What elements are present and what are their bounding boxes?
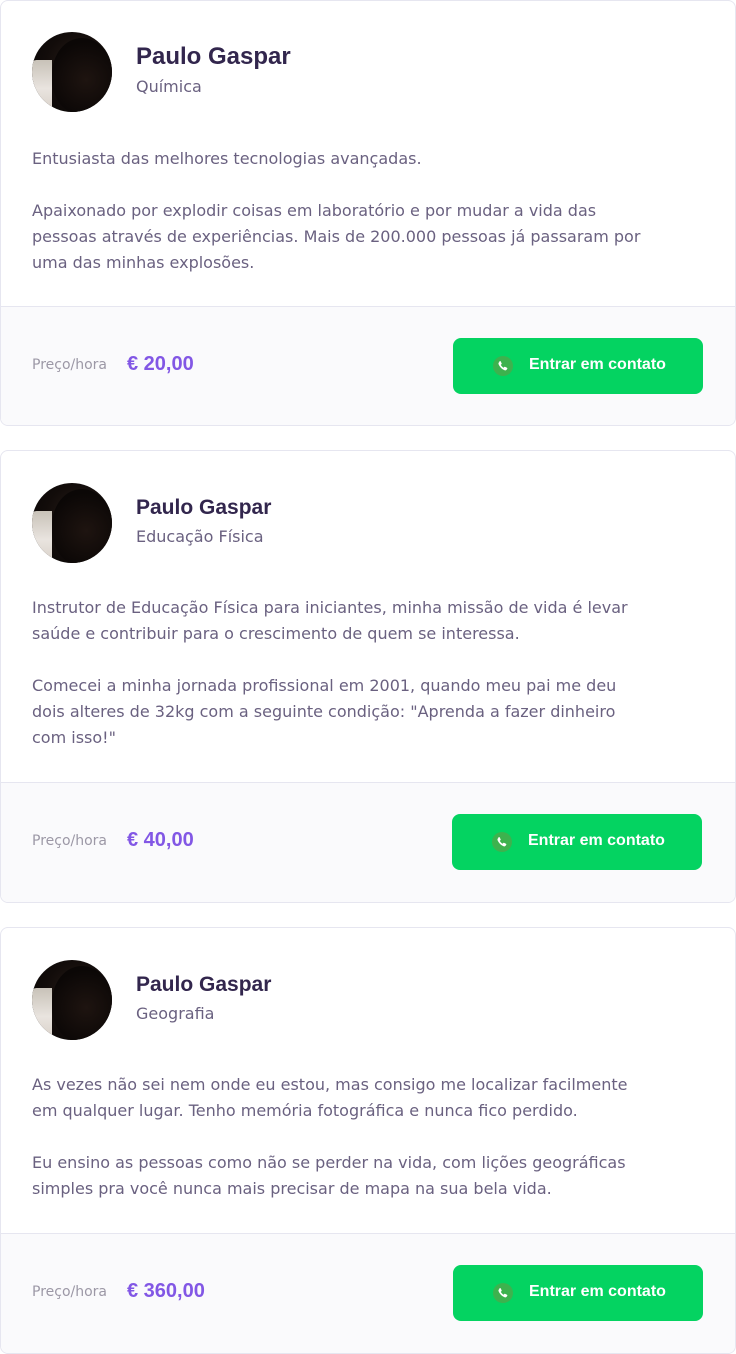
teacher-bio-paragraph: As vezes não sei nem onde eu estou, mas … <box>32 1075 628 1120</box>
teacher-card-footer: Preço/hora € 360,00 Entrar em contato <box>1 1233 735 1353</box>
teacher-name: Paulo Gaspar <box>136 496 272 519</box>
contact-button-label: Entrar em contato <box>529 1283 666 1300</box>
teacher-bio: Entusiasta das melhores tecnologias avan… <box>1 121 735 276</box>
whatsapp-icon <box>493 1283 513 1303</box>
contact-button-label: Entrar em contato <box>528 832 665 849</box>
teacher-subject: Química <box>136 77 202 96</box>
teacher-card: Paulo Gaspar Química Entusiasta das melh… <box>0 0 736 426</box>
price-value: € 40,00 <box>127 829 194 851</box>
teacher-subject: Geografia <box>136 1004 215 1023</box>
price-value: € 360,00 <box>127 1280 205 1302</box>
contact-button[interactable]: Entrar em contato <box>453 338 703 394</box>
teacher-name: Paulo Gaspar <box>136 43 291 70</box>
price-label: Preço/hora <box>32 1284 108 1300</box>
price-label: Preço/hora <box>32 357 108 373</box>
teacher-card-footer: Preço/hora € 40,00 Entrar em contato <box>1 782 735 902</box>
whatsapp-icon <box>492 832 512 852</box>
teacher-avatar <box>32 32 112 112</box>
contact-button-label: Entrar em contato <box>529 356 666 373</box>
teacher-name: Paulo Gaspar <box>136 973 272 996</box>
teacher-card-header: Paulo Gaspar Geografia <box>1 928 735 1048</box>
teacher-card-header: Paulo Gaspar Educação Física <box>1 451 735 571</box>
teacher-bio-paragraph: Instrutor de Educação Física para inicia… <box>32 598 628 643</box>
price-value: € 20,00 <box>127 353 194 375</box>
teacher-avatar <box>32 960 112 1040</box>
teacher-card-header: Paulo Gaspar Química <box>1 1 735 121</box>
teacher-avatar <box>32 483 112 563</box>
price-label: Preço/hora <box>32 833 108 849</box>
teacher-bio: As vezes não sei nem onde eu estou, mas … <box>1 1048 735 1202</box>
teacher-bio-paragraph: Comecei a minha jornada profissional em … <box>32 676 617 747</box>
whatsapp-icon <box>493 356 513 376</box>
contact-button[interactable]: Entrar em contato <box>452 814 702 870</box>
teacher-bio-paragraph: Entusiasta das melhores tecnologias avan… <box>32 149 422 168</box>
teacher-subject: Educação Física <box>136 527 264 546</box>
contact-button[interactable]: Entrar em contato <box>453 1265 703 1321</box>
teacher-bio-paragraph: Apaixonado por explodir coisas em labora… <box>32 201 641 272</box>
teacher-bio-paragraph: Eu ensino as pessoas como não se perder … <box>32 1153 626 1198</box>
teacher-card: Paulo Gaspar Educação Física Instrutor d… <box>0 450 736 903</box>
teacher-bio: Instrutor de Educação Física para inicia… <box>1 571 735 751</box>
teacher-card-footer: Preço/hora € 20,00 Entrar em contato <box>1 306 735 425</box>
teacher-card: Paulo Gaspar Geografia As vezes não sei … <box>0 927 736 1354</box>
